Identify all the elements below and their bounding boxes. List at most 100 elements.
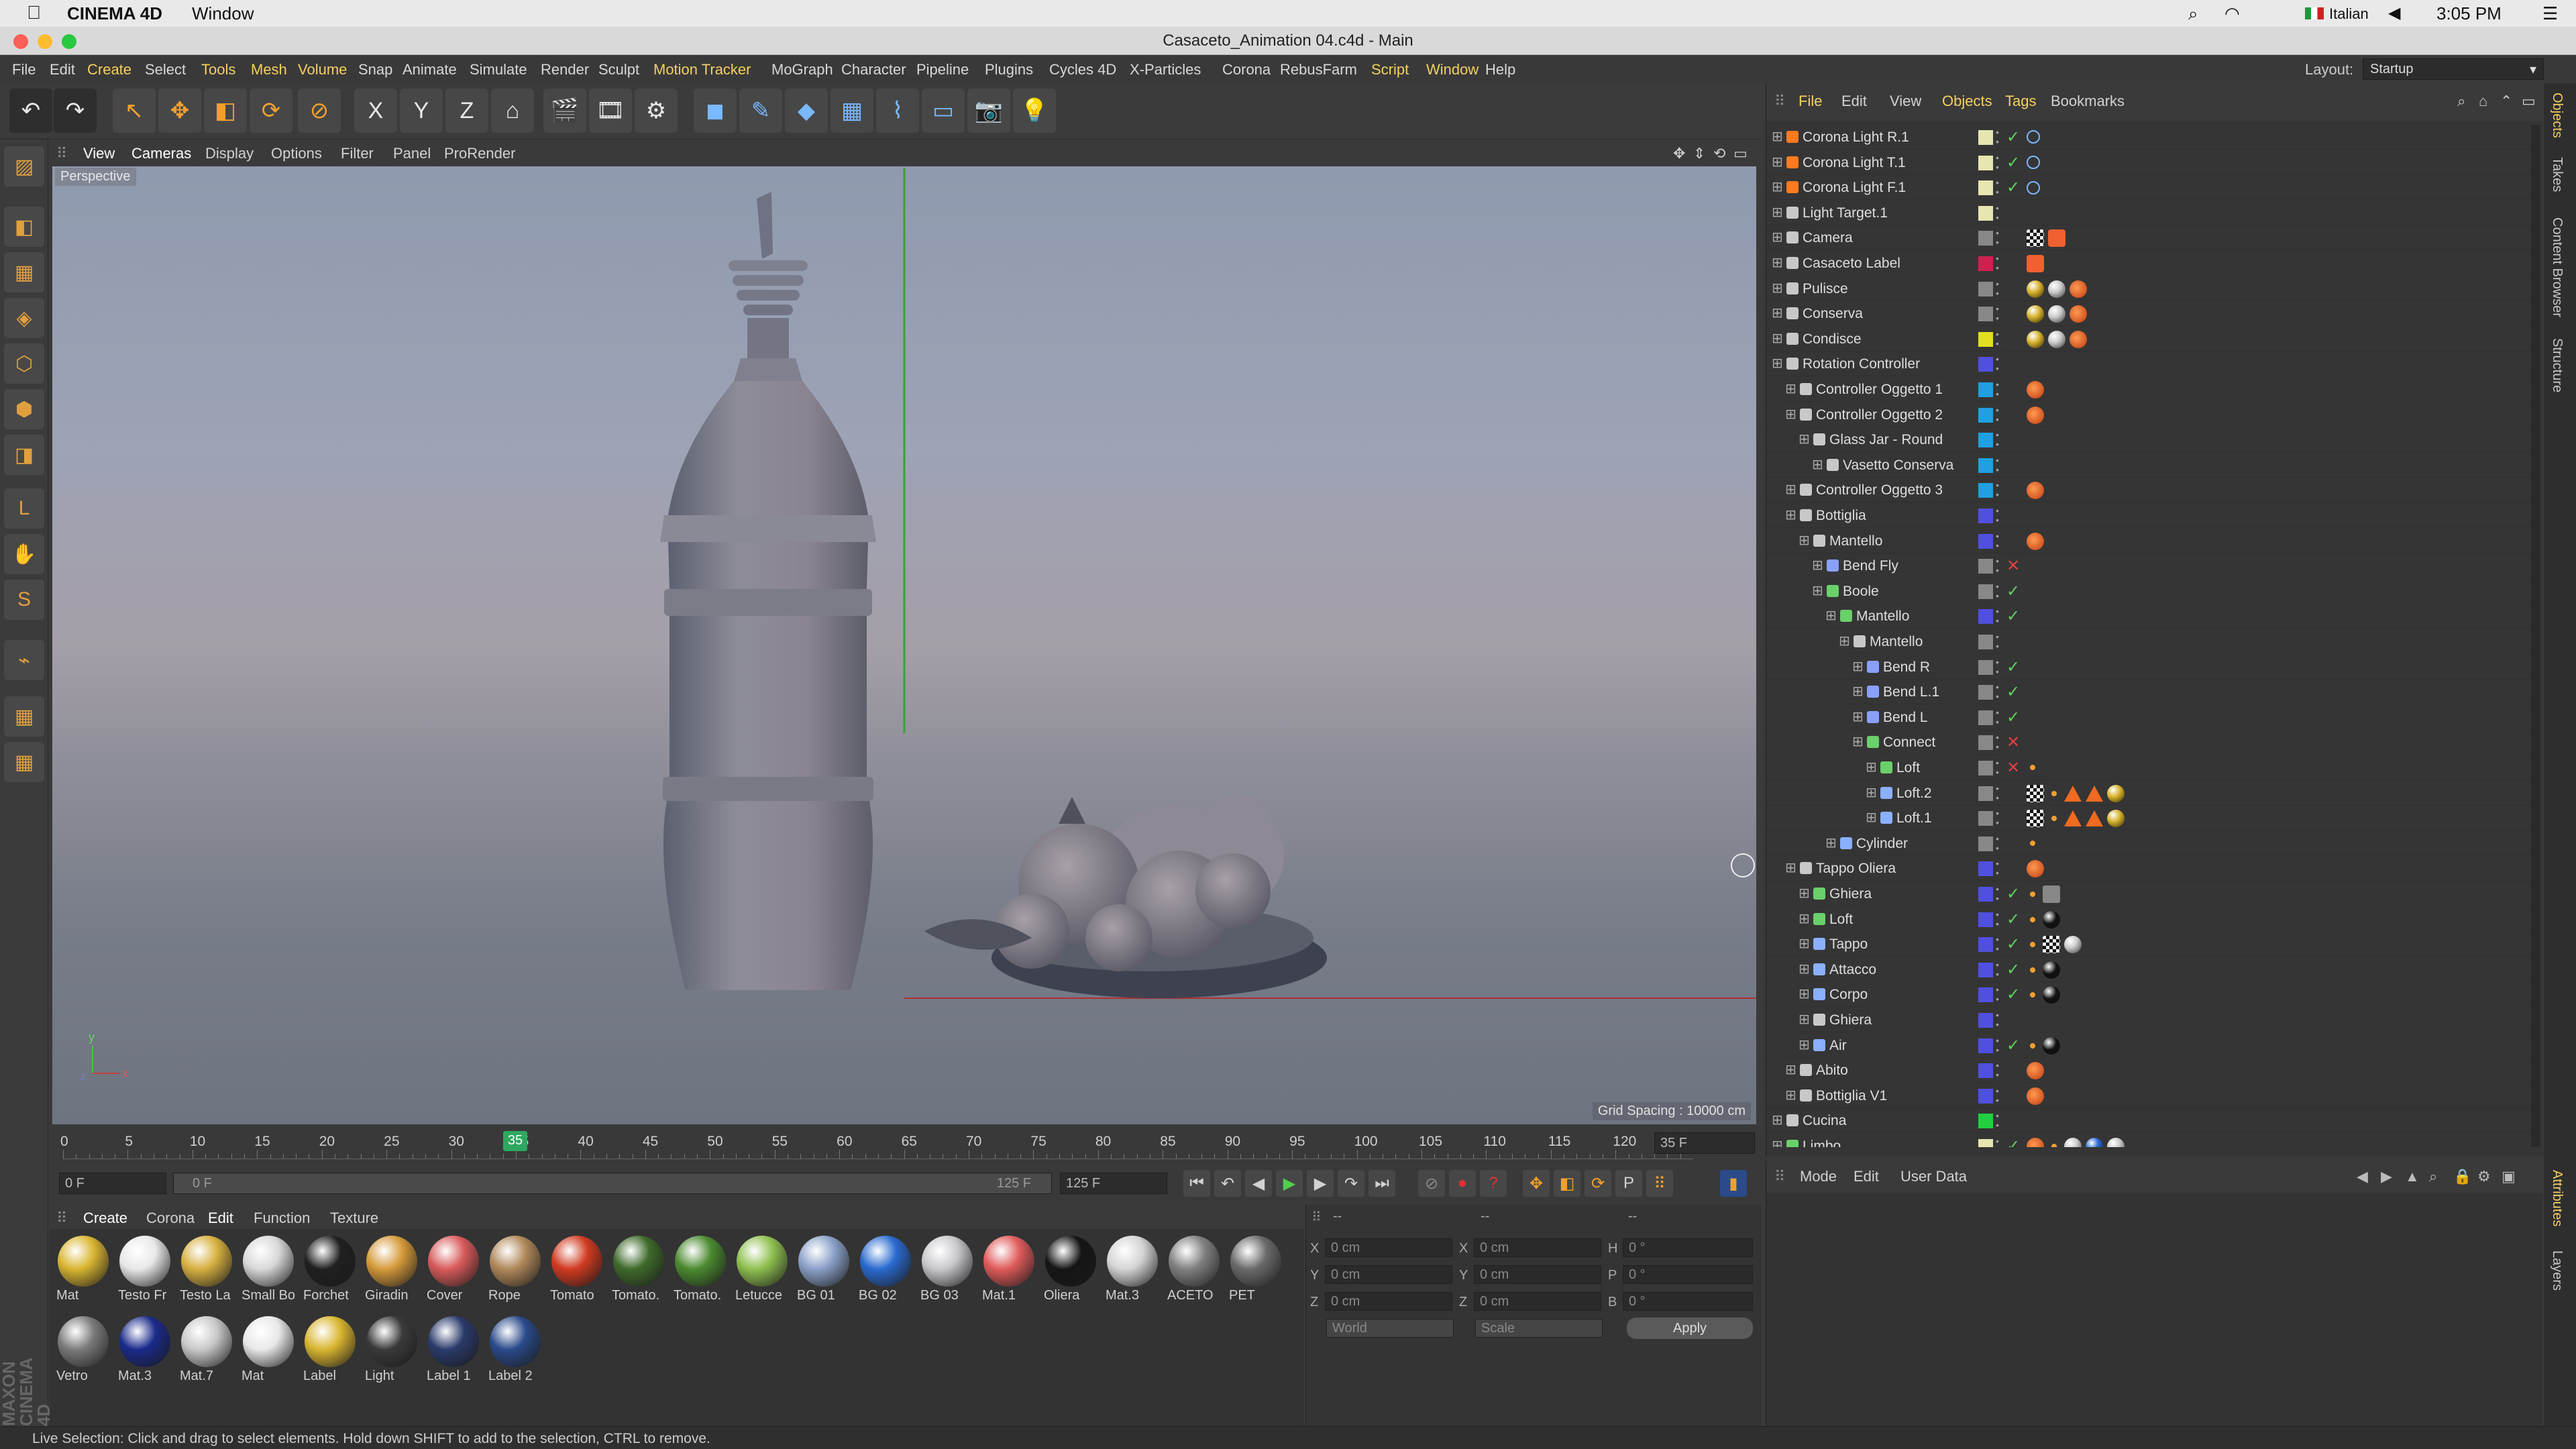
- object-row[interactable]: ⊞ Ghiera • • ✓: [1766, 881, 2531, 906]
- layout-select[interactable]: Startup ▾: [2363, 58, 2544, 80]
- om-menu-file[interactable]: File: [1799, 93, 1822, 110]
- visibility-dots[interactable]: • •: [1996, 910, 1999, 928]
- enable-toggle-icon[interactable]: ✓: [2006, 910, 2020, 929]
- new-panel-icon[interactable]: ▣: [2502, 1168, 2516, 1185]
- menu-x-particles[interactable]: X-Particles: [1130, 61, 1201, 78]
- expand-toggle-icon[interactable]: ⊞: [1799, 985, 1810, 1002]
- object-row[interactable]: ⊞ Mantello • • ✓: [1766, 604, 2531, 629]
- material-swatch[interactable]: Mat.3: [1103, 1233, 1162, 1308]
- next-frame-button[interactable]: ▶: [1307, 1170, 1334, 1197]
- object-row[interactable]: ⊞ Corona Light F.1 • • ✓: [1766, 175, 2531, 201]
- menu-script[interactable]: Script: [1371, 61, 1409, 78]
- expand-toggle-icon[interactable]: ⊞: [1799, 961, 1810, 977]
- next-key-button[interactable]: ↷: [1338, 1170, 1364, 1197]
- om-menu-objects[interactable]: Objects: [1942, 93, 1992, 110]
- grid-lock-icon[interactable]: ▦: [4, 742, 44, 782]
- side-tab-takes[interactable]: Takes: [2549, 157, 2565, 192]
- visibility-dots[interactable]: • •: [1996, 455, 1999, 474]
- gold-tag-icon[interactable]: [2027, 330, 2044, 348]
- expand-toggle-icon[interactable]: ⊞: [1785, 380, 1796, 397]
- visibility-dots[interactable]: • •: [1996, 203, 1999, 222]
- frame-display-field[interactable]: 35 F: [1654, 1132, 1755, 1154]
- checker-tag-icon[interactable]: [2027, 810, 2044, 828]
- expand-toggle-icon[interactable]: ⊞: [1772, 1137, 1783, 1147]
- visibility-dots[interactable]: • •: [1996, 632, 1999, 651]
- layer-color-swatch[interactable]: [1978, 761, 1993, 775]
- undo-icon[interactable]: ↶: [9, 89, 52, 133]
- object-list[interactable]: ⊞ Corona Light R.1 • • ✓ ⊞ Corona Light T.1 • …: [1766, 125, 2531, 1147]
- y-axis-icon[interactable]: Y: [400, 89, 443, 133]
- redo-icon[interactable]: ↷: [54, 89, 97, 133]
- object-row[interactable]: ⊞ Casaceto Label • •: [1766, 251, 2531, 276]
- white-tag-icon[interactable]: [2064, 1138, 2082, 1147]
- position-field[interactable]: 0 cm: [1325, 1292, 1452, 1311]
- object-row[interactable]: ⊞ Abito • •: [1766, 1058, 2531, 1083]
- object-row[interactable]: ⊞ Connect • • ✕: [1766, 730, 2531, 755]
- material-swatch[interactable]: Label 1: [424, 1313, 483, 1389]
- object-row[interactable]: ⊞ Ghiera • •: [1766, 1008, 2531, 1032]
- go-to-end-button[interactable]: ⏭: [1368, 1170, 1395, 1197]
- layer-color-swatch[interactable]: [1978, 887, 1993, 902]
- object-row[interactable]: ⊞ Vasetto Conserva • •: [1766, 453, 2531, 478]
- expand-toggle-icon[interactable]: ⊞: [1799, 1036, 1810, 1053]
- key-position-icon[interactable]: ✥: [1523, 1170, 1550, 1197]
- menu-sculpt[interactable]: Sculpt: [598, 61, 639, 78]
- material-swatch[interactable]: Cover: [424, 1233, 483, 1308]
- menu-tools[interactable]: Tools: [201, 61, 235, 78]
- phong-tag-icon[interactable]: [2048, 787, 2060, 800]
- menu-snap[interactable]: Snap: [358, 61, 392, 78]
- language-label[interactable]: Italian: [2329, 5, 2369, 23]
- black-tag-icon[interactable]: [2043, 1036, 2060, 1055]
- visibility-dots[interactable]: • •: [1996, 380, 1999, 398]
- menu-cycles-4d[interactable]: Cycles 4D: [1049, 61, 1116, 78]
- phong-tag-icon[interactable]: [2027, 938, 2039, 951]
- orange-tag-icon[interactable]: [2070, 280, 2087, 298]
- visibility-dots[interactable]: • •: [1996, 480, 1999, 499]
- layer-color-swatch[interactable]: [1978, 861, 1993, 877]
- material-swatch[interactable]: Light: [362, 1313, 421, 1389]
- checker-tag-icon[interactable]: [2027, 229, 2044, 248]
- menu-pipeline[interactable]: Pipeline: [916, 61, 969, 78]
- menu-plugins[interactable]: Plugins: [985, 61, 1033, 78]
- pen-icon[interactable]: ✎: [739, 89, 782, 133]
- enable-toggle-icon[interactable]: ✕: [2006, 733, 2020, 752]
- light-icon[interactable]: 💡: [1013, 89, 1056, 133]
- white-tag-icon[interactable]: [2107, 1138, 2125, 1147]
- visibility-dots[interactable]: • •: [1996, 1036, 1999, 1055]
- recent-tool-icon[interactable]: ⊘: [298, 89, 341, 133]
- lock-icon[interactable]: 🔒: [2453, 1168, 2471, 1185]
- object-row[interactable]: ⊞ Bend L • • ✓: [1766, 705, 2531, 730]
- tri-tag-icon[interactable]: [2086, 785, 2103, 802]
- visibility-dots[interactable]: • •: [1996, 784, 1999, 802]
- layer-color-swatch[interactable]: [1978, 1114, 1993, 1129]
- expand-toggle-icon[interactable]: ⊞: [1825, 835, 1837, 851]
- menu-mograph[interactable]: MoGraph: [771, 61, 833, 78]
- visibility-dots[interactable]: • •: [1996, 153, 1999, 172]
- layer-color-swatch[interactable]: [1978, 130, 1993, 145]
- enable-toggle-icon[interactable]: ✓: [2006, 985, 2020, 1004]
- material-menu-edit[interactable]: Edit: [208, 1210, 233, 1227]
- make-editable-icon[interactable]: ▨: [4, 146, 44, 186]
- object-row[interactable]: ⊞ Bottiglia V1 • •: [1766, 1083, 2531, 1108]
- material-swatch[interactable]: Giradin: [362, 1233, 421, 1308]
- visibility-dots[interactable]: • •: [1996, 254, 1999, 272]
- material-swatch[interactable]: Oliera: [1041, 1233, 1100, 1308]
- material-swatch[interactable]: Tomato.: [609, 1233, 668, 1308]
- side-tab-content-browser[interactable]: Content Browser: [2549, 217, 2565, 317]
- om-menu-bookmarks[interactable]: Bookmarks: [2051, 93, 2125, 110]
- expand-toggle-icon[interactable]: ⊞: [1785, 406, 1796, 423]
- object-row[interactable]: ⊞ Bottiglia • •: [1766, 503, 2531, 528]
- expand-toggle-icon[interactable]: ⊞: [1852, 733, 1864, 750]
- layer-color-swatch[interactable]: [1978, 407, 1993, 423]
- orange-tag-icon[interactable]: [2027, 860, 2044, 878]
- polygons-mode-icon[interactable]: ◨: [4, 435, 44, 475]
- target-tag-icon[interactable]: [2027, 130, 2040, 144]
- object-row[interactable]: ⊞ Corona Light R.1 • • ✓: [1766, 125, 2531, 150]
- auto-key-icon[interactable]: ?: [1480, 1170, 1507, 1197]
- object-row[interactable]: ⊞ Tappo Oliera • •: [1766, 856, 2531, 881]
- search-icon[interactable]: ⌕: [2429, 1168, 2437, 1185]
- settings-icon[interactable]: ⚙: [2477, 1168, 2491, 1185]
- floor-icon[interactable]: ▭: [922, 89, 965, 133]
- prev-key-button[interactable]: ↶: [1214, 1170, 1241, 1197]
- world-coord-icon[interactable]: ⌂: [491, 89, 534, 133]
